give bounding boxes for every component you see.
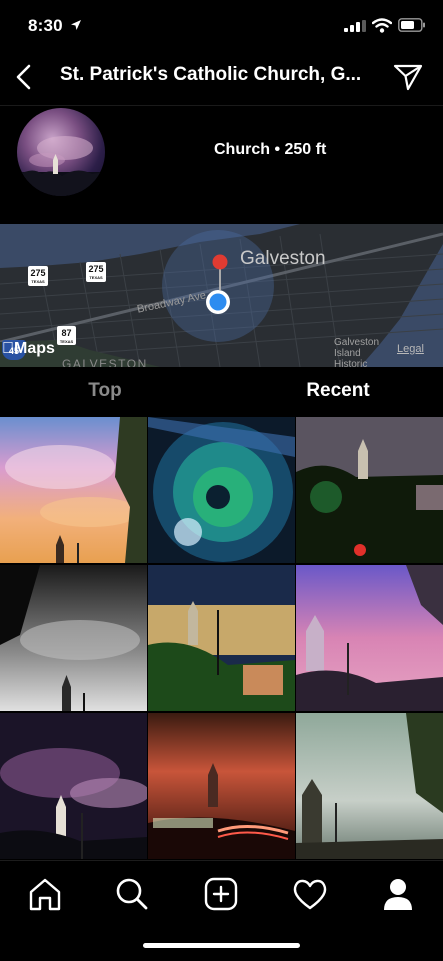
battery-icon (398, 18, 425, 32)
wifi-icon (372, 18, 392, 33)
back-chevron-icon[interactable] (12, 62, 38, 92)
apple-logo-icon:  (2, 340, 14, 357)
route-275-shield: 275 TEXAS (28, 266, 48, 286)
route-275-shield-2: 275 TEXAS (86, 262, 106, 282)
share-direct-icon[interactable] (392, 62, 424, 92)
add-post-icon[interactable] (201, 876, 241, 912)
photo-tile[interactable] (0, 417, 147, 563)
route-87-shield: 87 TEXAS (57, 326, 76, 345)
status-time: 8:30 (28, 16, 63, 35)
photo-tile[interactable] (296, 713, 443, 859)
category-distance: Church • 250 ft (214, 141, 327, 158)
map-legal-link[interactable]: Legal (397, 343, 424, 355)
location-arrow-icon (71, 20, 81, 30)
divider (0, 105, 443, 106)
map-island-label: Galveston Island Historic (334, 337, 380, 367)
photo-tile[interactable] (296, 417, 443, 563)
home-icon[interactable] (25, 876, 65, 912)
map-city-label: Galveston (240, 248, 326, 269)
home-indicator[interactable] (143, 943, 300, 948)
apple-maps-logo: Maps (2, 340, 55, 357)
page-title: St. Patrick's Catholic Church, G... (60, 64, 362, 85)
activity-heart-icon[interactable] (290, 876, 330, 912)
photo-tile[interactable] (0, 713, 147, 859)
tab-top[interactable]: Top (0, 367, 210, 415)
map-bottom-label: GALVESTON (62, 357, 148, 367)
tab-recent[interactable]: Recent (233, 367, 443, 415)
photo-tile[interactable] (148, 565, 295, 711)
photo-tile[interactable] (148, 417, 295, 563)
profile-icon[interactable] (378, 876, 418, 912)
photo-tile[interactable] (148, 713, 295, 859)
search-icon[interactable] (112, 876, 152, 912)
photo-tile[interactable] (296, 565, 443, 711)
cellular-signal-icon (344, 20, 366, 32)
location-avatar[interactable] (17, 108, 105, 196)
photo-tile[interactable] (0, 565, 147, 711)
location-map[interactable]: Galveston Broadway Ave GALVESTON Galvest… (0, 224, 443, 367)
